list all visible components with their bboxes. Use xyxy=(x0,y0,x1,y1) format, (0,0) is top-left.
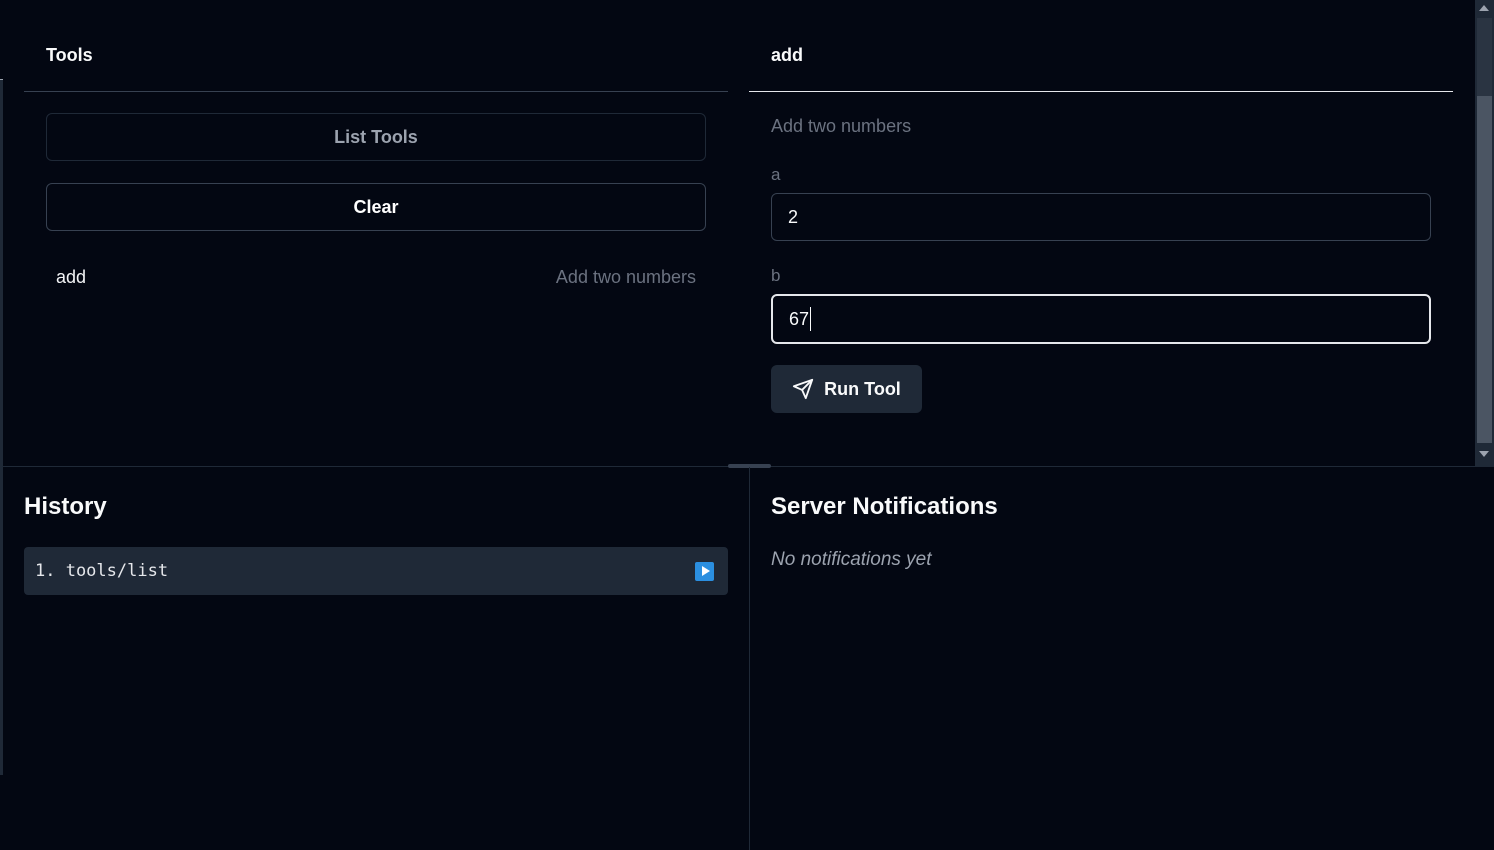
param-b-label: b xyxy=(771,266,781,285)
scroll-down-arrow-icon[interactable] xyxy=(1479,451,1489,457)
param-a-input[interactable]: 2 xyxy=(771,193,1431,241)
param-a-label: a xyxy=(771,165,781,184)
history-title: History xyxy=(24,493,107,520)
tools-panel-title: Tools xyxy=(24,20,728,92)
vertical-scrollbar[interactable] xyxy=(1475,0,1494,466)
text-caret xyxy=(810,307,812,331)
tool-detail-title: add xyxy=(749,20,1453,92)
server-notifications-title: Server Notifications xyxy=(771,493,998,520)
param-a-value: 2 xyxy=(788,206,799,227)
tool-description: Add two numbers xyxy=(555,266,696,287)
tool-detail-panel: add Add two numbers a 2 b 67 Run Tool xyxy=(749,20,1453,440)
tool-detail-description: Add two numbers xyxy=(771,116,912,136)
tool-list-item-add[interactable]: add Add two numbers xyxy=(46,255,706,299)
send-icon xyxy=(793,378,814,400)
left-edge-tick xyxy=(0,79,3,80)
play-icon[interactable] xyxy=(695,561,714,581)
scroll-up-arrow-icon[interactable] xyxy=(1479,5,1489,11)
list-tools-button[interactable]: List Tools xyxy=(46,113,706,161)
vertical-divider xyxy=(749,467,750,850)
left-edge-border xyxy=(0,80,3,775)
tools-panel: Tools List Tools Clear add Add two numbe… xyxy=(24,20,728,440)
tool-name: add xyxy=(56,266,87,287)
history-item-label: 1. tools/list xyxy=(35,561,169,581)
clear-button[interactable]: Clear xyxy=(46,183,706,231)
scrollbar-track xyxy=(1477,18,1492,96)
param-b-input[interactable]: 67 xyxy=(771,294,1431,344)
param-b-value: 67 xyxy=(789,308,810,329)
scrollbar-thumb[interactable] xyxy=(1477,96,1492,443)
run-tool-label: Run Tool xyxy=(824,378,901,399)
notifications-empty-text: No notifications yet xyxy=(771,549,932,570)
history-item[interactable]: 1. tools/list xyxy=(24,547,728,595)
run-tool-button[interactable]: Run Tool xyxy=(771,365,922,413)
